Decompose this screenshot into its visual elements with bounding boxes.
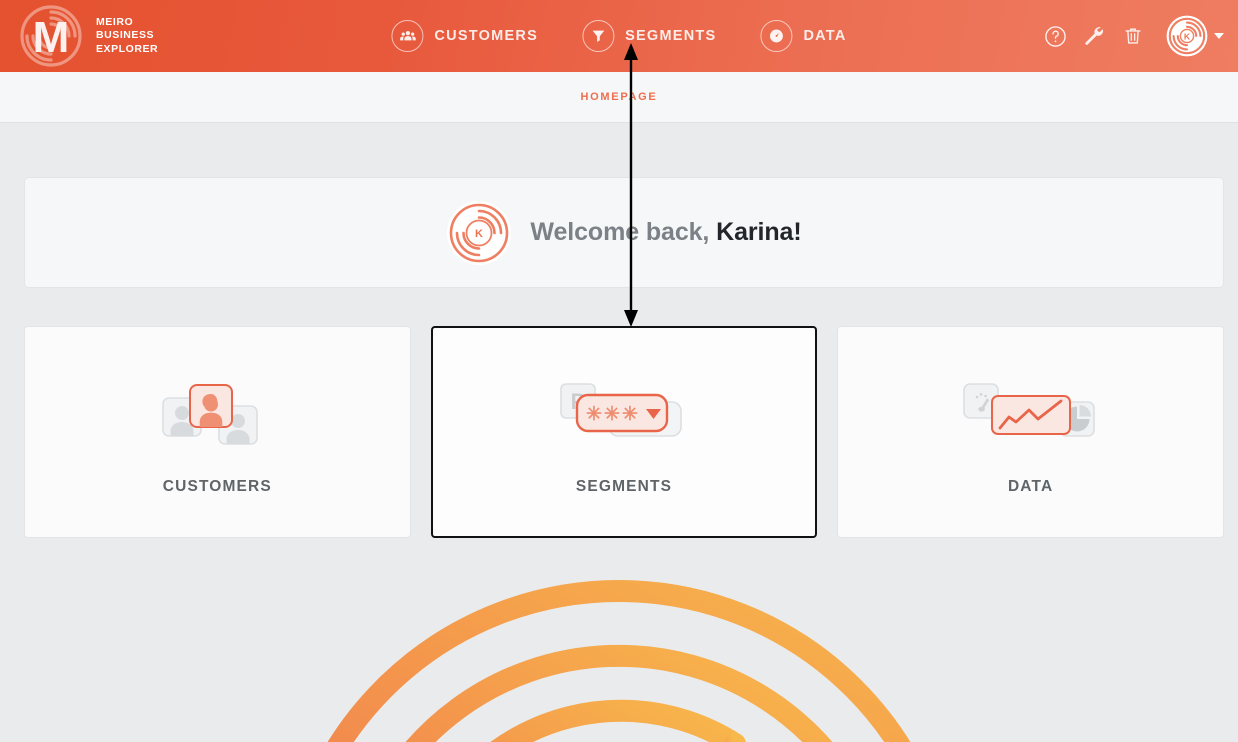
svg-text:✳: ✳ bbox=[622, 404, 638, 425]
wrench-icon[interactable] bbox=[1083, 25, 1106, 48]
gauge-icon bbox=[760, 20, 793, 52]
meiro-maze-logo-icon: M bbox=[20, 5, 82, 67]
tile-data[interactable]: DATA bbox=[837, 326, 1224, 538]
tile-segments[interactable]: P ✳ ✳ ✳ SEGMENTS bbox=[430, 326, 818, 538]
people-group-icon bbox=[391, 20, 424, 52]
funnel-icon bbox=[582, 20, 615, 52]
welcome-greeting: Welcome back, bbox=[530, 218, 717, 246]
nav-label-data: DATA bbox=[803, 28, 847, 44]
welcome-avatar-initial: K bbox=[475, 228, 483, 240]
primary-nav: CUSTOMERS SEGMENTS DATA bbox=[391, 20, 846, 52]
tile-customers[interactable]: CUSTOMERS bbox=[24, 326, 411, 538]
data-charts-cards-icon bbox=[956, 368, 1106, 464]
breadcrumb-homepage[interactable]: HOMEPAGE bbox=[581, 91, 658, 103]
trash-icon[interactable] bbox=[1122, 25, 1144, 47]
main-content: K Welcome back, Karina! CUSTOMERS ✳ ✳ ✳ … bbox=[0, 123, 1238, 742]
nav-label-segments: SEGMENTS bbox=[625, 28, 717, 44]
tile-label-customers: CUSTOMERS bbox=[162, 478, 272, 495]
svg-text:✳: ✳ bbox=[604, 404, 620, 425]
nav-item-customers[interactable]: CUSTOMERS bbox=[391, 20, 538, 52]
nav-label-customers: CUSTOMERS bbox=[434, 28, 539, 44]
nav-item-data[interactable]: DATA bbox=[760, 20, 846, 52]
user-menu[interactable]: K bbox=[1166, 15, 1224, 57]
svg-text:M: M bbox=[33, 13, 70, 62]
chevron-down-icon[interactable] bbox=[1214, 33, 1224, 39]
welcome-card: K Welcome back, Karina! bbox=[24, 177, 1224, 288]
nav-item-segments[interactable]: SEGMENTS bbox=[582, 20, 716, 52]
customer-cards-icon bbox=[157, 368, 277, 464]
segment-dropdown-cards-icon: P ✳ ✳ ✳ bbox=[549, 368, 699, 464]
brand-line-1: MEIRO bbox=[96, 15, 134, 28]
app-header: M MEIRO BUSINESS EXPLORER CUSTOMERS SEGM… bbox=[0, 0, 1238, 72]
tile-label-data: DATA bbox=[1007, 478, 1054, 495]
breadcrumb-bar: HOMEPAGE bbox=[0, 72, 1238, 123]
help-icon[interactable] bbox=[1044, 25, 1067, 48]
brand-line-3: EXPLORER bbox=[96, 42, 159, 55]
maze-avatar-icon: K bbox=[446, 200, 512, 266]
header-actions: K bbox=[1044, 0, 1224, 72]
module-tiles: CUSTOMERS P ✳ ✳ ✳ SEGMENTS bbox=[24, 326, 1224, 538]
tile-label-segments: SEGMENTS bbox=[575, 478, 673, 495]
fingerprint-maze-watermark bbox=[327, 580, 911, 742]
brand-name: MEIRO BUSINESS EXPLORER bbox=[96, 16, 158, 57]
brand-home-link[interactable]: M MEIRO BUSINESS EXPLORER bbox=[0, 5, 158, 67]
svg-text:✳: ✳ bbox=[586, 404, 602, 425]
brand-line-2: BUSINESS bbox=[96, 29, 155, 42]
welcome-username: Karina! bbox=[716, 218, 802, 246]
welcome-message: Welcome back, Karina! bbox=[530, 218, 801, 247]
user-initial: K bbox=[1184, 31, 1191, 41]
maze-avatar-icon: K bbox=[1166, 15, 1208, 57]
